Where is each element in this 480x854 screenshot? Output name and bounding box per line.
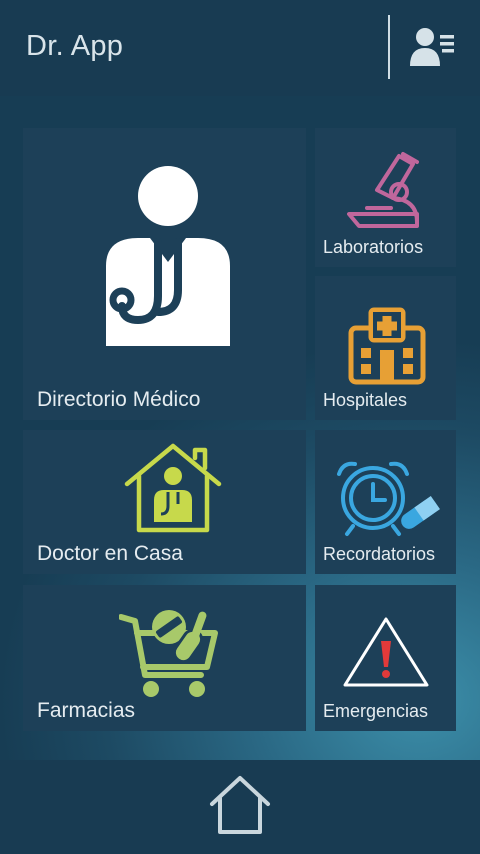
hospital-icon xyxy=(348,307,426,385)
microscope-icon xyxy=(347,152,419,228)
tile-hospitales[interactable]: Hospitales xyxy=(315,276,456,420)
tile-recordatorios[interactable]: Recordatorios xyxy=(315,430,456,574)
tile-label: Recordatorios xyxy=(323,544,436,564)
profile-button[interactable] xyxy=(408,26,458,72)
house-doctor-icon xyxy=(124,443,222,533)
header-divider xyxy=(388,15,390,79)
warning-icon xyxy=(343,617,429,687)
tile-label: Emergencias xyxy=(323,701,429,721)
home-button[interactable] xyxy=(208,774,272,836)
tile-label: Hospitales xyxy=(323,390,408,410)
app-title: Dr. App xyxy=(26,30,124,62)
tile-label: Doctor en Casa xyxy=(37,542,183,565)
doctor-icon xyxy=(106,166,230,346)
tile-directorio-medico[interactable]: Directorio Médico xyxy=(23,128,306,420)
cart-pills-icon xyxy=(119,610,218,697)
profile-card-icon xyxy=(410,28,454,66)
tile-farmacias[interactable]: Farmacias xyxy=(23,585,306,731)
alarm-clock-pill-icon xyxy=(337,461,440,536)
tile-emergencias[interactable]: Emergencias xyxy=(315,585,456,731)
tile-label: Farmacias xyxy=(37,699,136,722)
tile-laboratorios[interactable]: Laboratorios xyxy=(315,128,456,267)
tile-label: Laboratorios xyxy=(323,237,424,257)
tile-label: Directorio Médico xyxy=(37,388,201,411)
tile-doctor-en-casa[interactable]: Doctor en Casa xyxy=(23,430,306,574)
home-icon xyxy=(210,776,270,834)
